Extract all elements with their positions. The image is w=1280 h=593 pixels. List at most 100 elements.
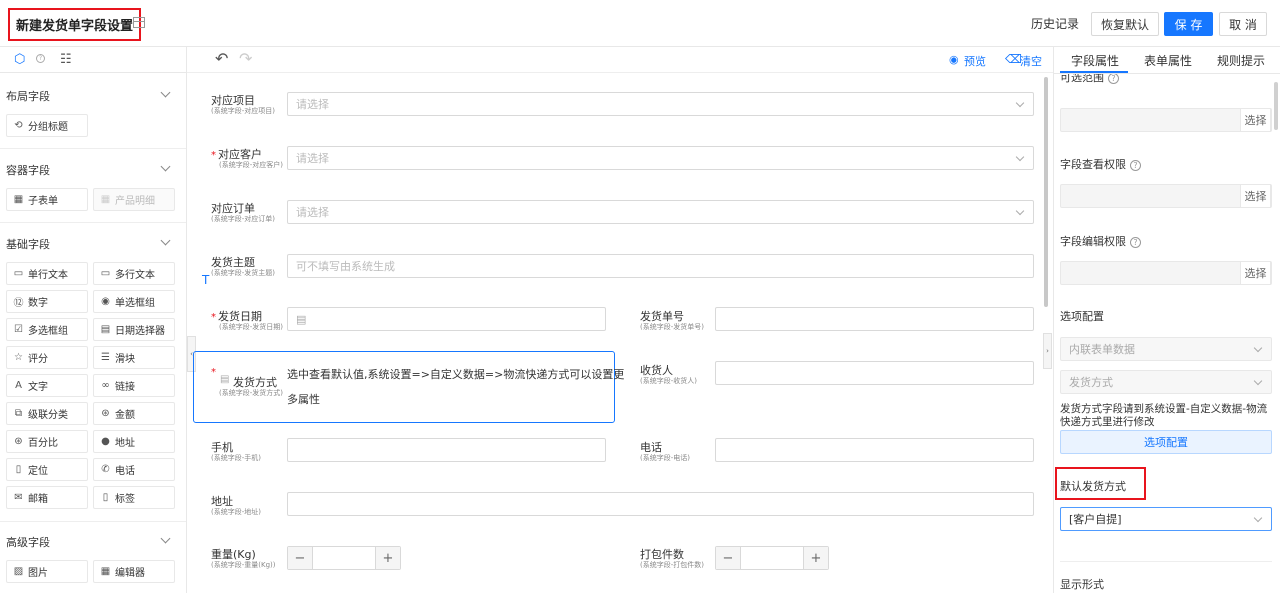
view-perm-label: 字段查看权限?	[1060, 156, 1141, 172]
palette-item-text[interactable]: A 文字	[6, 374, 88, 397]
option-field-select[interactable]: 发货方式	[1060, 370, 1272, 394]
redo-icon[interactable]: ↷	[239, 49, 252, 68]
page-title-box: 新建发货单字段设置	[8, 8, 142, 41]
order-select[interactable]: 请选择	[287, 200, 1034, 224]
view-perm-pick-button[interactable]: 选择	[1240, 184, 1271, 208]
document-icon: ▤	[220, 374, 230, 385]
option-note: 发货方式字段请到系统设置-自定义数据-物流快递方式里进行修改	[1060, 403, 1268, 428]
panel-scrollbar[interactable]	[1274, 82, 1278, 130]
plus-icon[interactable]: +	[804, 547, 828, 569]
date-picker[interactable]: ▤	[287, 307, 606, 331]
palette-item-rating[interactable]: ☆ 评分	[6, 346, 88, 369]
palette-item-date[interactable]: ▤ 日期选择器	[93, 318, 175, 341]
scope-label: 可选范围?	[1060, 74, 1119, 85]
layout-icon[interactable]	[133, 17, 145, 28]
chevron-down-icon	[1253, 513, 1263, 523]
history-link[interactable]: 历史记录	[1031, 15, 1079, 32]
palette-item-checkbox[interactable]: ☑ 多选框组	[6, 318, 88, 341]
plus-icon[interactable]: +	[376, 547, 400, 569]
calendar-icon: ▤	[100, 324, 111, 335]
chevron-down-icon	[1015, 206, 1025, 216]
help-icon: ?	[1108, 74, 1119, 84]
header: 新建发货单字段设置 历史记录 恢复默认 保 存 取 消	[0, 0, 1280, 47]
multi-line-icon: ▭	[100, 268, 111, 279]
restore-default-button[interactable]: 恢复默认	[1091, 12, 1159, 36]
chevron-down-icon[interactable]	[160, 161, 171, 172]
palette-item-link[interactable]: ∞ 链接	[93, 374, 175, 397]
help-icon: ?	[1130, 159, 1141, 171]
palette-item-phone[interactable]: ✆ 电话	[93, 458, 175, 481]
chevron-down-icon	[1015, 98, 1025, 108]
minus-icon[interactable]: −	[716, 547, 740, 569]
tab-form-props[interactable]: 表单属性	[1144, 52, 1192, 69]
chevron-down-icon[interactable]	[160, 87, 171, 98]
option-config-button[interactable]: 选项配置	[1060, 430, 1272, 454]
palette-item-slider[interactable]: ☰ 滑块	[93, 346, 175, 369]
collapse-right-handle[interactable]: ›	[1043, 333, 1052, 369]
page-title: 新建发货单字段设置	[16, 19, 134, 34]
view-perm-input[interactable]: 选择	[1060, 184, 1272, 208]
palette-item-tag[interactable]: ▯ 标签	[93, 486, 175, 509]
palette-item-subform[interactable]: ▦ 子表单	[6, 188, 88, 211]
weight-sublabel: (系统字段-重量(Kg))	[211, 561, 276, 569]
text-icon: A	[15, 380, 22, 391]
scope-input[interactable]: 选择	[1060, 108, 1272, 132]
palette-item-image[interactable]: ▨ 图片	[6, 560, 88, 583]
section-layout-title: 布局字段	[6, 90, 50, 103]
receiver-sublabel: (系统字段-收货人)	[640, 377, 697, 385]
mobile-input[interactable]	[287, 438, 606, 462]
cancel-button[interactable]: 取 消	[1219, 12, 1267, 36]
palette-item-single-line[interactable]: ▭ 单行文本	[6, 262, 88, 285]
palette-item-address[interactable]: ● 地址	[93, 430, 175, 453]
slider-icon: ☰	[101, 352, 110, 363]
edit-perm-label: 字段编辑权限?	[1060, 233, 1141, 249]
chevron-down-icon	[1253, 343, 1263, 353]
tab-field-props[interactable]: 字段属性	[1071, 52, 1119, 69]
canvas-scrollbar[interactable]	[1044, 77, 1048, 307]
subject-input[interactable]: 可不填写由系统生成	[287, 254, 1034, 278]
chevron-down-icon[interactable]	[160, 235, 171, 246]
receiver-input[interactable]	[715, 361, 1034, 385]
customer-sublabel: (系统字段-对应客户)	[219, 161, 283, 169]
address-sublabel: (系统字段-地址)	[211, 508, 261, 516]
palette-item-editor[interactable]: ▦ 编辑器	[93, 560, 175, 583]
palette-item-percent[interactable]: ⊛ 百分比	[6, 430, 88, 453]
packages-stepper[interactable]: − +	[715, 546, 829, 570]
palette-item-group-title[interactable]: ⟲ 分组标题	[6, 114, 88, 137]
default-method-select[interactable]: [客户自提]	[1060, 507, 1272, 531]
palette-item-cascade[interactable]: ⧉ 级联分类	[6, 402, 88, 425]
phone-input[interactable]	[715, 438, 1034, 462]
scope-pick-button[interactable]: 选择	[1240, 108, 1271, 132]
chevron-down-icon	[1253, 376, 1263, 386]
edit-perm-pick-button[interactable]: 选择	[1240, 261, 1271, 285]
preview-link[interactable]: 预览	[964, 53, 986, 69]
save-button[interactable]: 保 存	[1164, 12, 1213, 36]
project-select[interactable]: 请选择	[287, 92, 1034, 116]
palette-item-email[interactable]: ✉ 邮箱	[6, 486, 88, 509]
palette-item-position[interactable]: ▯ 定位	[6, 458, 88, 481]
number-input[interactable]	[715, 307, 1034, 331]
option-source-select[interactable]: 内联表单数据	[1060, 337, 1272, 361]
palette-tabs: ⬡ ? ☷	[0, 47, 186, 73]
help-icon[interactable]: ?	[36, 54, 45, 63]
group-title-icon: ⟲	[14, 120, 23, 131]
form-canvas: ↶ ↷ ◉ 预览 ⌫ 清空 对应项目 (系统字段-对应项目) 请选择 * 对应客户…	[187, 47, 1053, 593]
palette-item-radio[interactable]: ◉ 单选框组	[93, 290, 175, 313]
tab-rule-hints[interactable]: 规则提示	[1217, 52, 1265, 69]
palette-item-number[interactable]: ⑫ 数字	[6, 290, 88, 313]
address-input[interactable]	[287, 492, 1034, 516]
palette-item-multi-line[interactable]: ▭ 多行文本	[93, 262, 175, 285]
undo-icon[interactable]: ↶	[215, 49, 228, 68]
single-line-icon: ▭	[13, 268, 24, 279]
customer-select[interactable]: 请选择	[287, 146, 1034, 170]
cube-icon[interactable]: ⬡	[14, 52, 25, 67]
edit-perm-input[interactable]: 选择	[1060, 261, 1272, 285]
weight-stepper[interactable]: − +	[287, 546, 401, 570]
minus-icon[interactable]: −	[288, 547, 312, 569]
palette-item-money[interactable]: ⊛ 金额	[93, 402, 175, 425]
default-method-label: 默认发货方式	[1060, 480, 1126, 493]
tree-icon[interactable]: ☷	[60, 52, 72, 67]
clear-link[interactable]: 清空	[1020, 53, 1042, 69]
document-icon: ▯	[15, 464, 22, 475]
chevron-down-icon[interactable]	[160, 533, 171, 544]
